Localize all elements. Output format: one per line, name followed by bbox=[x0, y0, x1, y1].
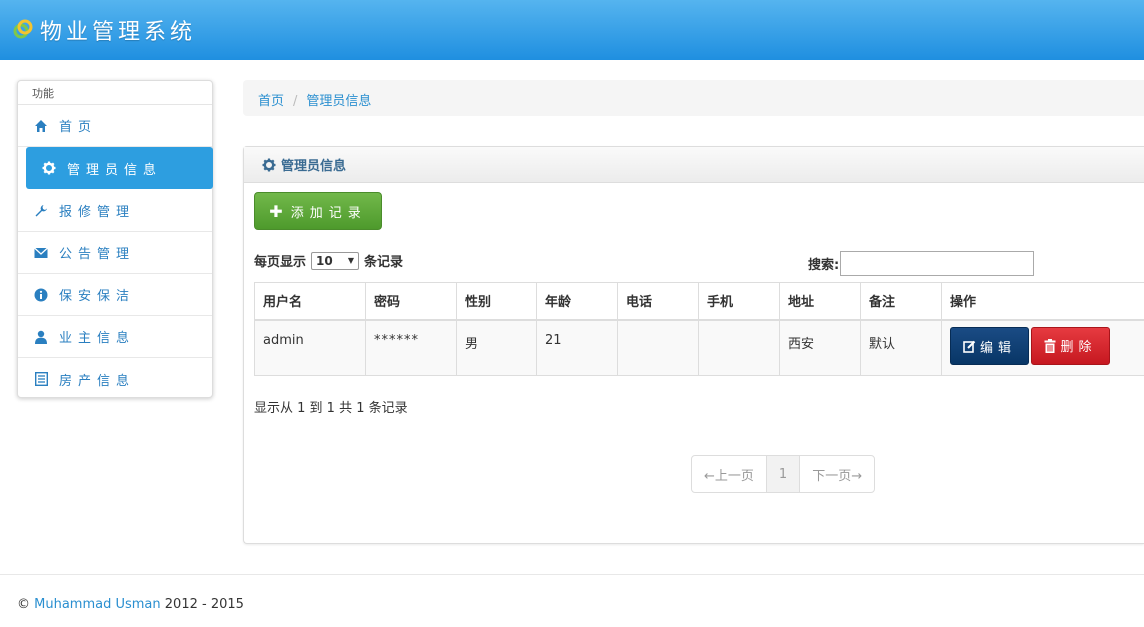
sidebar-item-label: 管理员信息 bbox=[67, 162, 163, 178]
sidebar-item-label: 首页 bbox=[59, 120, 98, 135]
sidebar-item-label: 房产信息 bbox=[59, 373, 136, 389]
panel-header: 管理员信息 bbox=[244, 147, 1144, 183]
logo-icon bbox=[13, 19, 33, 39]
envelope-icon bbox=[33, 245, 49, 261]
cell-phone bbox=[617, 319, 699, 376]
breadcrumb: 首页 / 管理员信息 bbox=[243, 80, 1144, 116]
author-link[interactable]: Muhammad Usman bbox=[34, 597, 161, 612]
sidebar-item-repair[interactable]: 报修管理 bbox=[18, 190, 212, 232]
delete-button[interactable]: 删除 bbox=[1031, 326, 1110, 365]
cell-password: ****** bbox=[365, 319, 457, 376]
delete-label: 删除 bbox=[1060, 340, 1097, 355]
next-page-button[interactable]: 下一页→ bbox=[800, 456, 874, 492]
sidebar-item-home[interactable]: 首页 bbox=[18, 105, 212, 147]
panel-title: 管理员信息 bbox=[281, 159, 347, 174]
footer: © Muhammad Usman 2012 - 2015 bbox=[17, 597, 244, 612]
column-header-remark[interactable]: 备注 bbox=[860, 282, 942, 321]
cell-remark: 默认 bbox=[860, 319, 942, 376]
sidebar-item-admin-info[interactable]: 管理员信息 bbox=[26, 147, 213, 189]
add-record-label: 添加记录 bbox=[290, 205, 367, 221]
table-header-row: 用户名 密码 性别 年龄 电话 手机 地址 备注 操作 bbox=[254, 282, 1144, 321]
page-size-suffix: 条记录 bbox=[364, 255, 404, 270]
app-title: 物业管理系统 bbox=[40, 20, 197, 45]
sidebar-item-property[interactable]: 房产信息 bbox=[18, 358, 212, 400]
column-header-password[interactable]: 密码 bbox=[365, 282, 457, 321]
user-icon bbox=[33, 329, 49, 345]
pagination: ←上一页 1 下一页→ bbox=[691, 455, 876, 493]
page-size-prefix: 每页显示 bbox=[254, 255, 307, 270]
cell-age: 21 bbox=[536, 319, 618, 376]
table-row: admin ****** 男 21 西安 默认 编辑 删除 bbox=[254, 319, 1144, 376]
column-header-address[interactable]: 地址 bbox=[779, 282, 861, 321]
cell-username: admin bbox=[254, 319, 366, 376]
prev-page-button[interactable]: ←上一页 bbox=[692, 456, 766, 492]
copyright-years: 2012 - 2015 bbox=[164, 597, 244, 612]
table-info: 显示从 1 到 1 共 1 条记录 bbox=[254, 401, 408, 416]
info-icon bbox=[33, 287, 49, 303]
trash-icon bbox=[1044, 338, 1056, 353]
sidebar-item-notice[interactable]: 公告管理 bbox=[18, 232, 212, 274]
cell-actions: 编辑 删除 bbox=[941, 319, 1144, 376]
edit-label: 编辑 bbox=[979, 340, 1016, 356]
column-header-age[interactable]: 年龄 bbox=[536, 282, 618, 321]
column-header-username[interactable]: 用户名 bbox=[254, 282, 366, 321]
sidebar-item-label: 保安保洁 bbox=[59, 289, 136, 304]
sidebar-item-owner[interactable]: 业主信息 bbox=[18, 316, 212, 358]
wrench-icon bbox=[33, 203, 49, 219]
plus-icon: ✚ bbox=[269, 201, 283, 221]
sidebar-item-label: 公告管理 bbox=[59, 247, 136, 262]
column-header-actions: 操作 bbox=[941, 282, 1144, 321]
edit-button[interactable]: 编辑 bbox=[950, 327, 1029, 365]
sidebar-item-label: 报修管理 bbox=[59, 205, 136, 220]
cell-gender: 男 bbox=[456, 319, 537, 376]
column-header-gender[interactable]: 性别 bbox=[456, 282, 537, 321]
page-1-button[interactable]: 1 bbox=[765, 456, 801, 492]
gear-icon bbox=[41, 160, 57, 176]
home-icon bbox=[33, 118, 49, 134]
sidebar-item-security[interactable]: 保安保洁 bbox=[18, 274, 212, 316]
page-size-value: 10 bbox=[316, 253, 333, 268]
gear-icon bbox=[262, 158, 276, 172]
cell-mobile bbox=[698, 319, 780, 376]
list-icon bbox=[33, 371, 49, 387]
footer-divider bbox=[0, 574, 1144, 575]
search-box: 搜索: bbox=[808, 251, 1035, 276]
sidebar-heading: 功能 bbox=[18, 81, 212, 105]
sidebar: 功能 首页 管理员信息 报修管理 公告管理 保安保洁 业主信息 房产信息 bbox=[17, 80, 213, 398]
breadcrumb-separator: / bbox=[293, 94, 298, 109]
cell-address: 西安 bbox=[779, 319, 861, 376]
copyright-symbol: © bbox=[17, 597, 30, 612]
column-header-mobile[interactable]: 手机 bbox=[698, 282, 780, 321]
add-record-button[interactable]: ✚ 添加记录 bbox=[254, 192, 382, 230]
top-header: 物业管理系统 bbox=[0, 0, 1144, 60]
breadcrumb-current-link[interactable]: 管理员信息 bbox=[306, 94, 371, 109]
admin-panel: 管理员信息 ✚ 添加记录 每页显示 10 ▼ 条记录 搜索: 用户名 密码 性别… bbox=[243, 146, 1144, 544]
breadcrumb-home-link[interactable]: 首页 bbox=[258, 94, 284, 109]
page-size-control: 每页显示 10 ▼ 条记录 bbox=[254, 251, 403, 270]
search-input[interactable] bbox=[840, 251, 1035, 276]
column-header-phone[interactable]: 电话 bbox=[617, 282, 699, 321]
chevron-down-icon: ▼ bbox=[347, 256, 355, 265]
sidebar-item-label: 业主信息 bbox=[59, 331, 136, 346]
admin-table: 用户名 密码 性别 年龄 电话 手机 地址 备注 操作 admin ******… bbox=[254, 282, 1144, 376]
page-size-select[interactable]: 10 ▼ bbox=[311, 251, 360, 270]
search-label: 搜索: bbox=[808, 258, 840, 273]
edit-icon bbox=[963, 340, 976, 353]
